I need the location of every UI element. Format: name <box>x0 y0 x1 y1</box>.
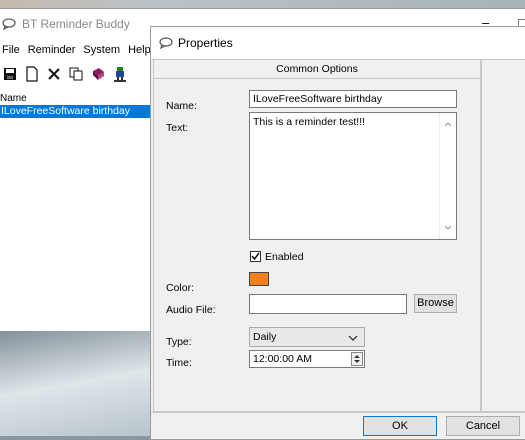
toolbar <box>0 63 132 85</box>
scroll-up-icon <box>444 122 452 127</box>
book-icon <box>93 68 104 80</box>
text-area[interactable]: This is a reminder test!!! <box>249 112 457 240</box>
group-title: Common Options <box>154 60 480 79</box>
type-value: Daily <box>253 331 277 343</box>
menu-file[interactable]: File <box>0 41 22 59</box>
dialog-title: Properties <box>178 36 233 50</box>
properties-dialog: Properties Common Options Name: ILoveFre… <box>150 26 525 440</box>
cancel-button[interactable]: Cancel <box>446 416 520 436</box>
copy-button[interactable] <box>66 64 86 84</box>
menu-reminder[interactable]: Reminder <box>26 41 78 59</box>
list-header-name[interactable]: Name <box>0 93 152 105</box>
audio-file-label: Audio File: <box>166 304 216 316</box>
dialog-titlebar: Properties <box>151 27 525 60</box>
enabled-label: Enabled <box>265 251 304 263</box>
main-window-title: BT Reminder Buddy <box>22 17 130 31</box>
exit-button[interactable] <box>110 64 130 84</box>
side-panel <box>481 59 525 413</box>
name-field[interactable]: ILoveFreeSoftware birthday <box>249 90 457 108</box>
time-value: 12:00:00 AM <box>253 353 312 365</box>
save-button[interactable] <box>0 64 20 84</box>
checkmark-icon <box>251 252 260 261</box>
menu-bar: File Reminder System Help <box>0 41 157 59</box>
speech-bubble-icon <box>2 18 16 30</box>
browse-button[interactable]: Browse <box>414 294 457 313</box>
delete-x-icon <box>48 68 60 80</box>
ok-button[interactable]: OK <box>363 416 437 436</box>
enabled-checkbox[interactable] <box>250 251 261 262</box>
color-swatch-button[interactable] <box>249 272 269 286</box>
text-scrollbar[interactable] <box>439 113 456 239</box>
scroll-down-icon <box>444 225 452 230</box>
menu-system[interactable]: System <box>81 41 122 59</box>
new-button[interactable] <box>22 64 42 84</box>
time-field[interactable]: 12:00:00 AM <box>249 350 365 368</box>
list-item[interactable]: ILoveFreeSoftware birthday <box>0 105 152 118</box>
type-label: Type: <box>166 336 192 348</box>
audio-file-field[interactable] <box>249 294 407 314</box>
text-area-content: This is a reminder test!!! <box>253 116 366 128</box>
menu-help[interactable]: Help <box>126 41 153 59</box>
speech-bubble-icon <box>159 37 173 49</box>
chevron-down-icon <box>348 335 358 341</box>
color-label: Color: <box>166 282 195 294</box>
time-spinner[interactable] <box>351 352 363 366</box>
name-label: Name: <box>166 100 197 112</box>
reminder-list: Name ILoveFreeSoftware birthday <box>0 93 152 325</box>
common-options-group: Common Options Name: ILoveFreeSoftware b… <box>153 59 481 413</box>
exit-figure-icon <box>114 67 126 82</box>
delete-button[interactable] <box>44 64 64 84</box>
floppy-disk-icon <box>4 68 16 80</box>
type-dropdown[interactable]: Daily <box>249 327 365 347</box>
spinner-arrows-icon <box>354 355 360 363</box>
new-document-icon <box>26 66 38 82</box>
time-label: Time: <box>166 357 192 369</box>
properties-button[interactable] <box>88 64 108 84</box>
copy-icon <box>69 67 83 81</box>
text-label: Text: <box>166 122 189 134</box>
